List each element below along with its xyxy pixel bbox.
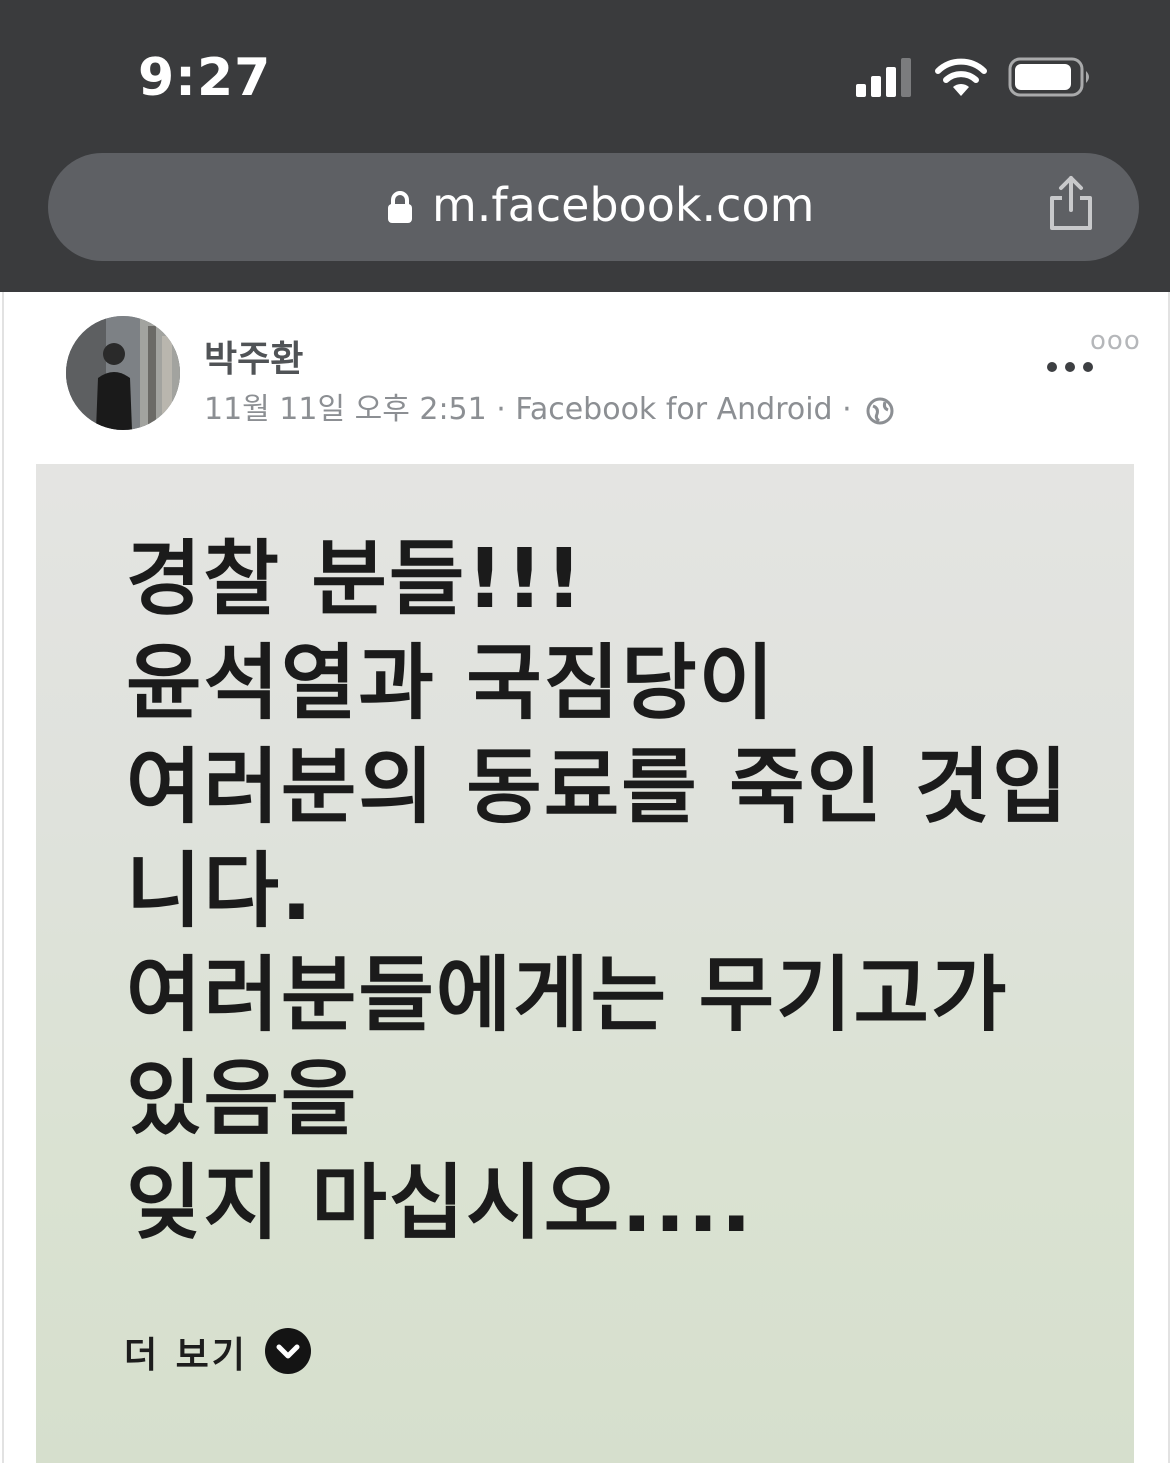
avatar-photo <box>66 316 180 430</box>
status-time: 9:27 <box>138 48 272 108</box>
corner-mark: ooo <box>1090 326 1141 356</box>
see-more-button[interactable]: 더 보기 <box>124 1326 248 1378</box>
url-text[interactable]: m.facebook.com <box>432 178 814 232</box>
wifi-icon <box>935 58 987 96</box>
post-meta-text: 11월 11일 오후 2:51 · Facebook for Android · <box>204 392 852 427</box>
author-name[interactable]: 박주환 <box>204 330 303 382</box>
browser-chrome: 9:27 m.facebook.com <box>0 0 1170 292</box>
lock-icon <box>388 191 412 223</box>
post-text-line: 잊지 마십시오.... <box>126 1156 754 1251</box>
post-meta: 11월 11일 오후 2:51 · Facebook for Android · <box>204 384 895 428</box>
post-text-line: 여러분의 동료를 죽인 것입 <box>126 740 1070 835</box>
post-text-line: 경찰 분들!!! <box>126 532 585 627</box>
battery-icon <box>1008 57 1089 97</box>
globe-icon <box>866 397 894 424</box>
cellular-signal-icon <box>856 58 911 97</box>
chevron-down-icon[interactable] <box>264 1327 312 1375</box>
post-text: 경찰 분들!!! 윤석열과 국짐당이 여러분의 동료를 죽인 것입 니다. 여러… <box>126 528 1069 1256</box>
post-text-line: 있음을 <box>126 1052 359 1147</box>
more-options-icon[interactable] <box>1044 356 1096 378</box>
post-text-line: 여러분들에게는 무기고가 <box>126 948 1009 1043</box>
post-text-line: 윤석열과 국짐당이 <box>126 636 777 731</box>
avatar[interactable] <box>66 316 180 430</box>
share-icon[interactable] <box>1046 174 1096 232</box>
post-text-line: 니다. <box>126 844 315 939</box>
